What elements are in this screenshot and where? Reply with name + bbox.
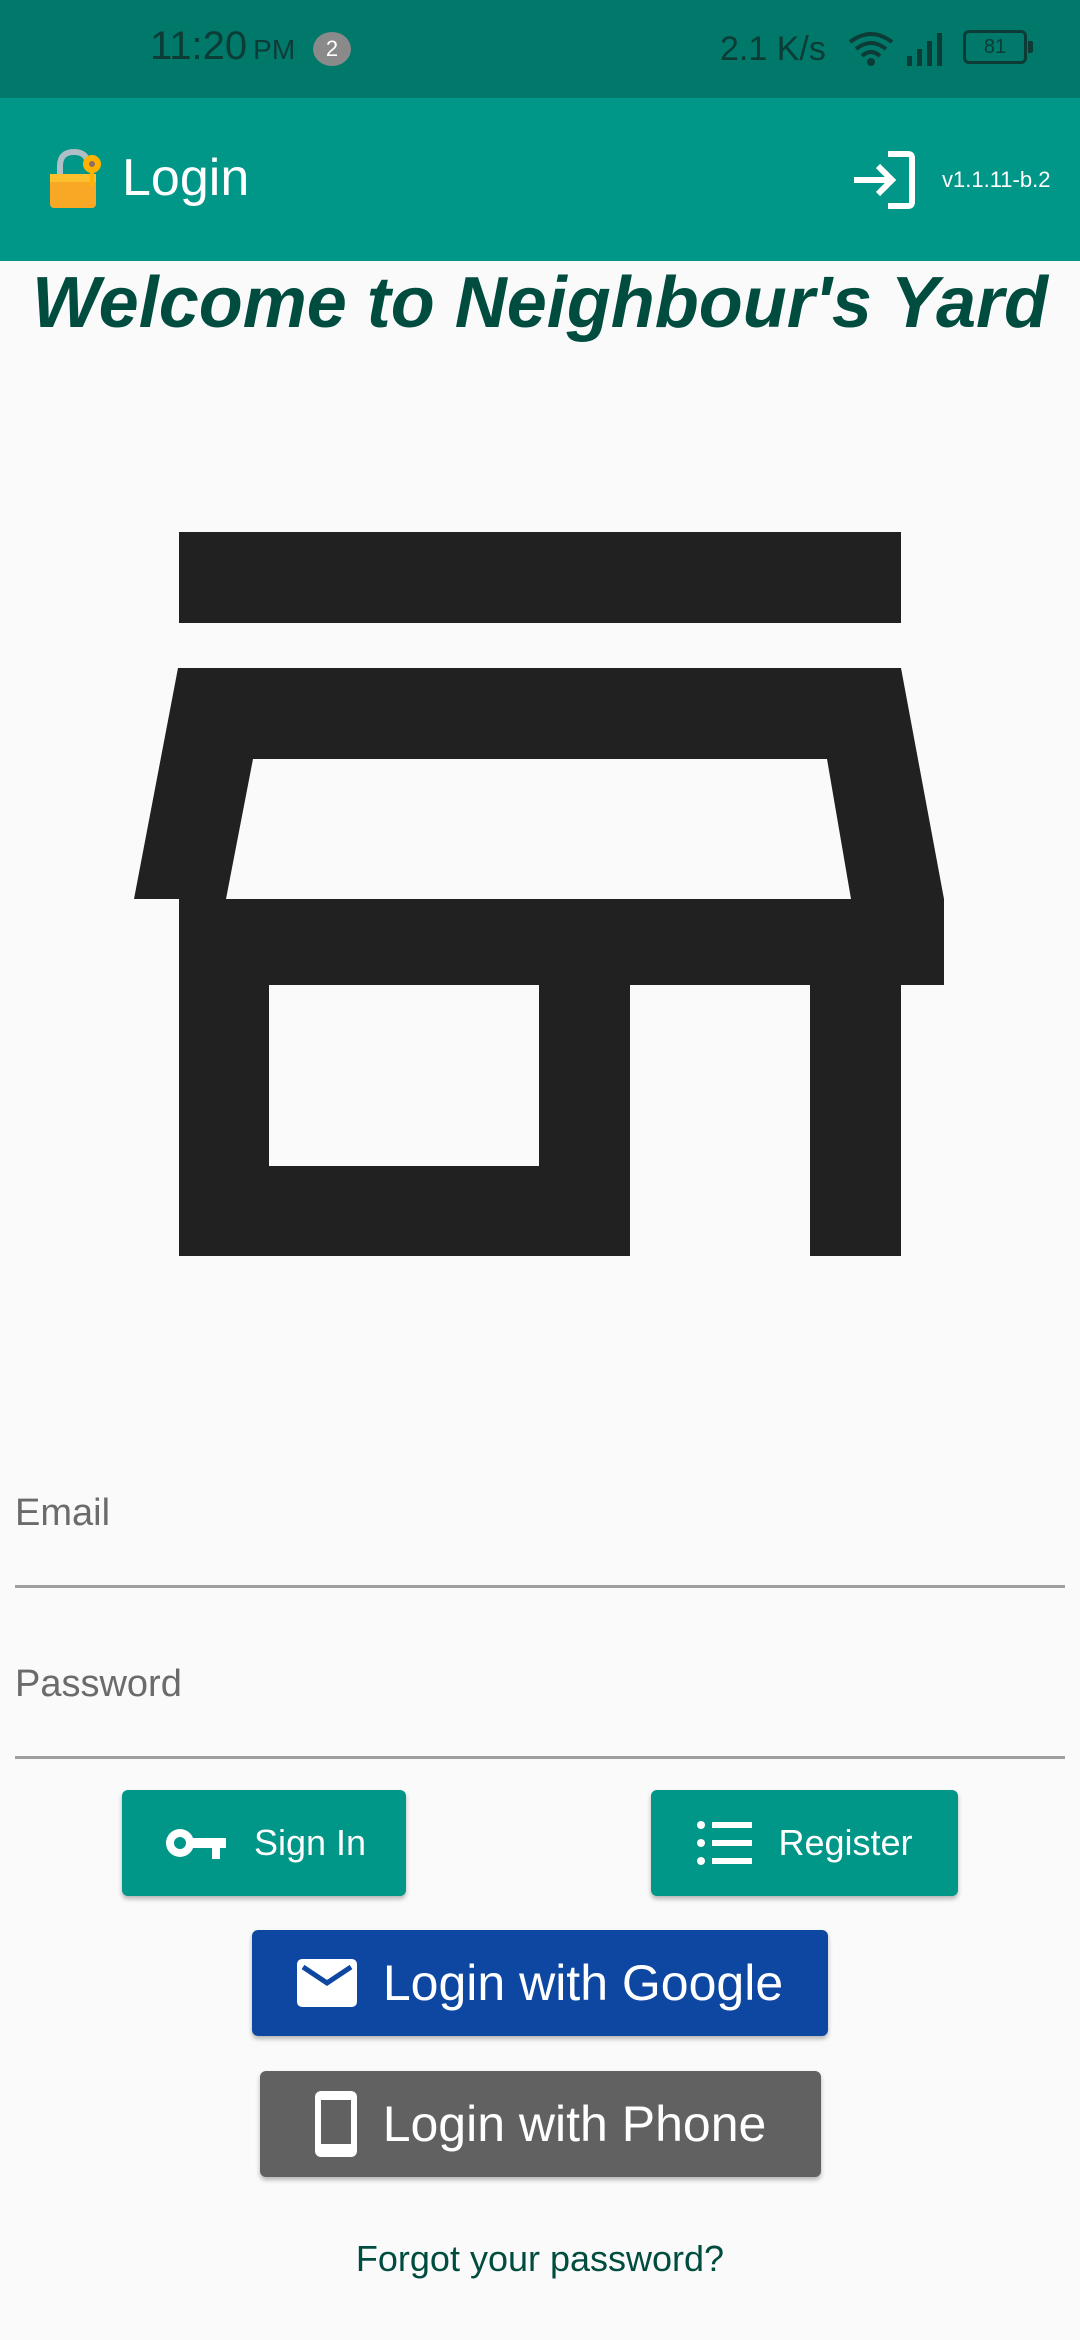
- mail-icon: [296, 1959, 357, 2007]
- forgot-password-link[interactable]: Forgot your password?: [0, 2238, 1080, 2280]
- app-bar: Login v1.1.11-b.2: [0, 98, 1080, 261]
- store-icon: [134, 530, 946, 1261]
- sign-in-label: Sign In: [253, 1822, 367, 1863]
- password-input[interactable]: [15, 1663, 1065, 1706]
- password-field[interactable]: [15, 1663, 1065, 1759]
- status-time-value: 11:20: [150, 24, 248, 68]
- notification-badge: 2: [313, 32, 351, 66]
- version-label: v1.1.11-b.2: [942, 167, 1051, 192]
- battery-icon: 81: [963, 30, 1033, 64]
- lock-key-icon: [46, 148, 106, 215]
- network-speed: 2.1 K/s: [720, 30, 826, 68]
- phone-icon: [314, 2091, 357, 2157]
- sign-in-button[interactable]: Sign In: [122, 1790, 406, 1896]
- login-google-button[interactable]: Login with Google: [252, 1930, 828, 2036]
- welcome-heading: Welcome to Neighbour's Yard: [32, 263, 1048, 343]
- signal-icon: [905, 32, 945, 71]
- email-input[interactable]: [15, 1492, 1065, 1535]
- battery-level: 81: [983, 36, 1007, 58]
- status-bar: 11:20 PM 2 2.1 K/s 81: [0, 0, 1080, 98]
- login-phone-label: Login with Phone: [382, 2096, 767, 2152]
- email-field[interactable]: [15, 1492, 1065, 1588]
- status-time-ampm: PM: [253, 34, 296, 65]
- status-time: 11:20 PM: [150, 24, 295, 69]
- page-title: Login: [122, 149, 250, 207]
- login-google-label: Login with Google: [382, 1955, 784, 2011]
- key-icon: [162, 1823, 228, 1863]
- wifi-icon: [848, 30, 894, 73]
- login-icon[interactable]: [850, 150, 916, 210]
- list-icon: [696, 1819, 753, 1867]
- login-phone-button[interactable]: Login with Phone: [260, 2071, 821, 2177]
- register-button[interactable]: Register: [651, 1790, 958, 1896]
- register-label: Register: [778, 1822, 913, 1863]
